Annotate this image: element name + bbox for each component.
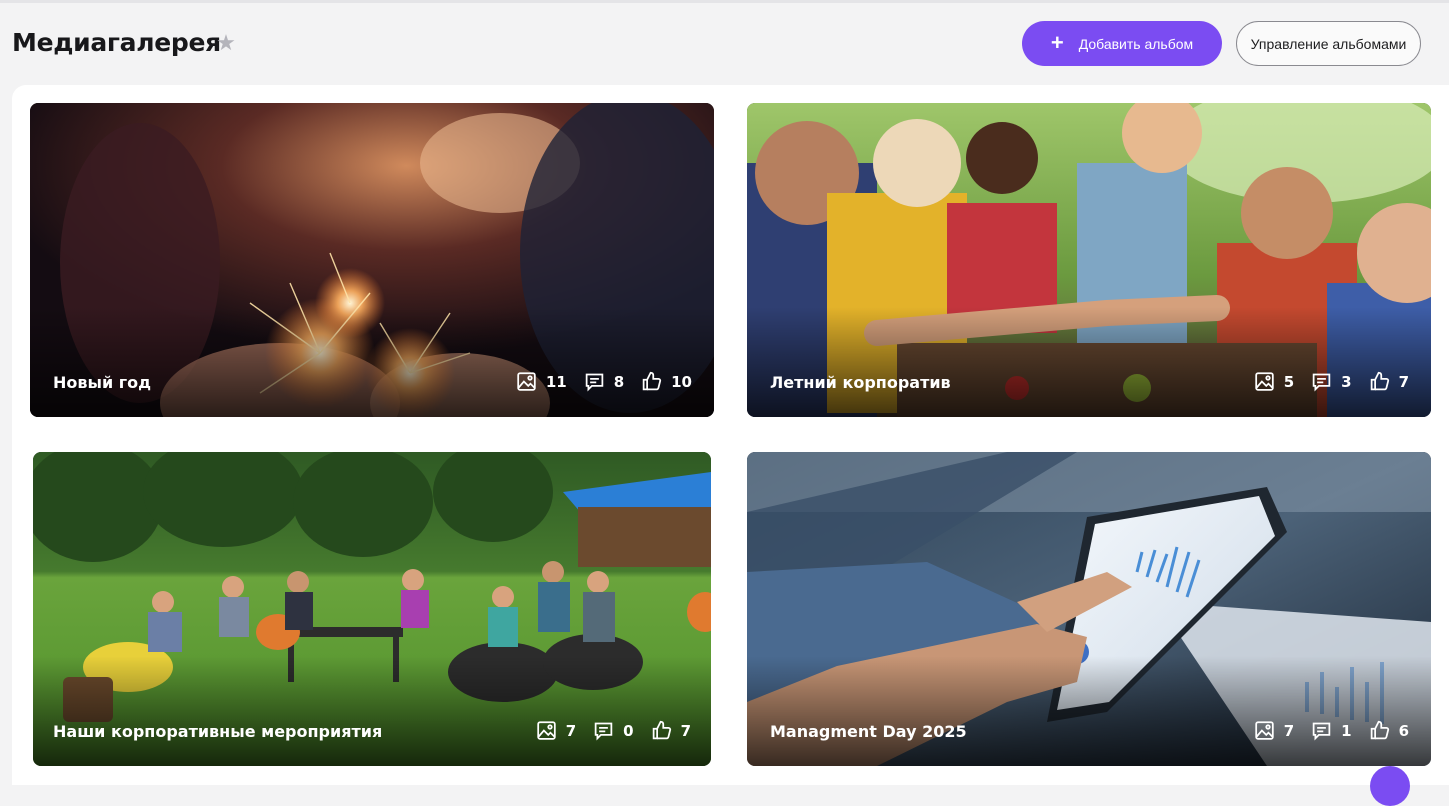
title-overlay [747, 656, 1431, 766]
album-title: Наши корпоративные мероприятия [53, 722, 383, 741]
manage-albums-button[interactable]: Управление альбомами [1236, 21, 1421, 66]
manage-albums-label: Управление альбомами [1250, 35, 1407, 52]
plus-icon: + [1050, 29, 1064, 55]
comment-count-value: 8 [613, 372, 625, 391]
photo-count-value: 7 [1283, 721, 1295, 740]
album-card-management-day[interactable]: Managment Day 2025 7 1 6 [747, 452, 1431, 766]
like-count-value: 7 [680, 721, 691, 740]
page-header: Медиагалерея ★ + Добавить альбом Управле… [0, 3, 1449, 83]
comment-icon [594, 722, 613, 741]
photo-count: 7 [1254, 720, 1294, 741]
title-overlay [747, 307, 1431, 417]
photo-count-value: 5 [1283, 372, 1295, 391]
album-title: Летний корпоратив [770, 373, 951, 392]
image-icon [1255, 721, 1274, 740]
like-count: 10 [641, 371, 692, 392]
comment-count-value: 0 [623, 721, 634, 740]
add-album-label: Добавить альбом [1078, 35, 1194, 52]
image-icon [537, 721, 556, 740]
comment-icon [585, 373, 603, 392]
title-overlay [33, 656, 711, 766]
add-album-button[interactable]: + Добавить альбом [1022, 21, 1222, 66]
album-title: Новый год [53, 373, 152, 392]
album-stats: 11 8 10 [499, 371, 692, 392]
comment-count-value: 3 [1341, 372, 1352, 391]
album-card-summer-party[interactable]: Летний корпоратив 5 3 7 [747, 103, 1431, 417]
image-icon [1255, 372, 1274, 391]
album-card-new-year[interactable]: Новый год 11 8 10 [30, 103, 714, 417]
like-count: 7 [651, 720, 691, 741]
photo-count-value: 7 [565, 721, 577, 740]
comment-count: 3 [1311, 371, 1352, 392]
photo-count-value: 11 [545, 372, 567, 391]
comment-count: 8 [584, 371, 624, 392]
like-count-value: 6 [1398, 721, 1409, 740]
comment-icon [1312, 373, 1331, 392]
thumbs-up-icon [652, 720, 671, 740]
thumbs-up-icon [1370, 371, 1389, 391]
album-stats: 7 0 7 [519, 720, 691, 741]
image-icon [517, 372, 536, 391]
thumbs-up-icon [1370, 720, 1389, 740]
like-count: 7 [1369, 371, 1409, 392]
page-title: Медиагалерея [12, 28, 221, 57]
comment-count-value: 1 [1341, 721, 1352, 740]
comment-icon [1312, 722, 1331, 741]
album-stats: 5 3 7 [1237, 371, 1409, 392]
title-overlay [30, 307, 714, 417]
photo-count: 7 [536, 720, 576, 741]
like-count-value: 10 [671, 372, 692, 391]
album-title: Managment Day 2025 [770, 722, 967, 741]
thumbs-up-icon [642, 371, 662, 391]
comment-count: 0 [593, 720, 634, 741]
album-card-corporate-events[interactable]: Наши корпоративные мероприятия 7 0 7 [33, 452, 711, 766]
album-stats: 7 1 6 [1237, 720, 1409, 741]
photo-count: 11 [516, 371, 567, 392]
like-count: 6 [1369, 720, 1409, 741]
chat-widget-button[interactable] [1370, 766, 1410, 806]
like-count-value: 7 [1398, 372, 1409, 391]
photo-count: 5 [1254, 371, 1294, 392]
favorite-star-icon[interactable]: ★ [214, 32, 238, 56]
comment-count: 1 [1311, 720, 1352, 741]
